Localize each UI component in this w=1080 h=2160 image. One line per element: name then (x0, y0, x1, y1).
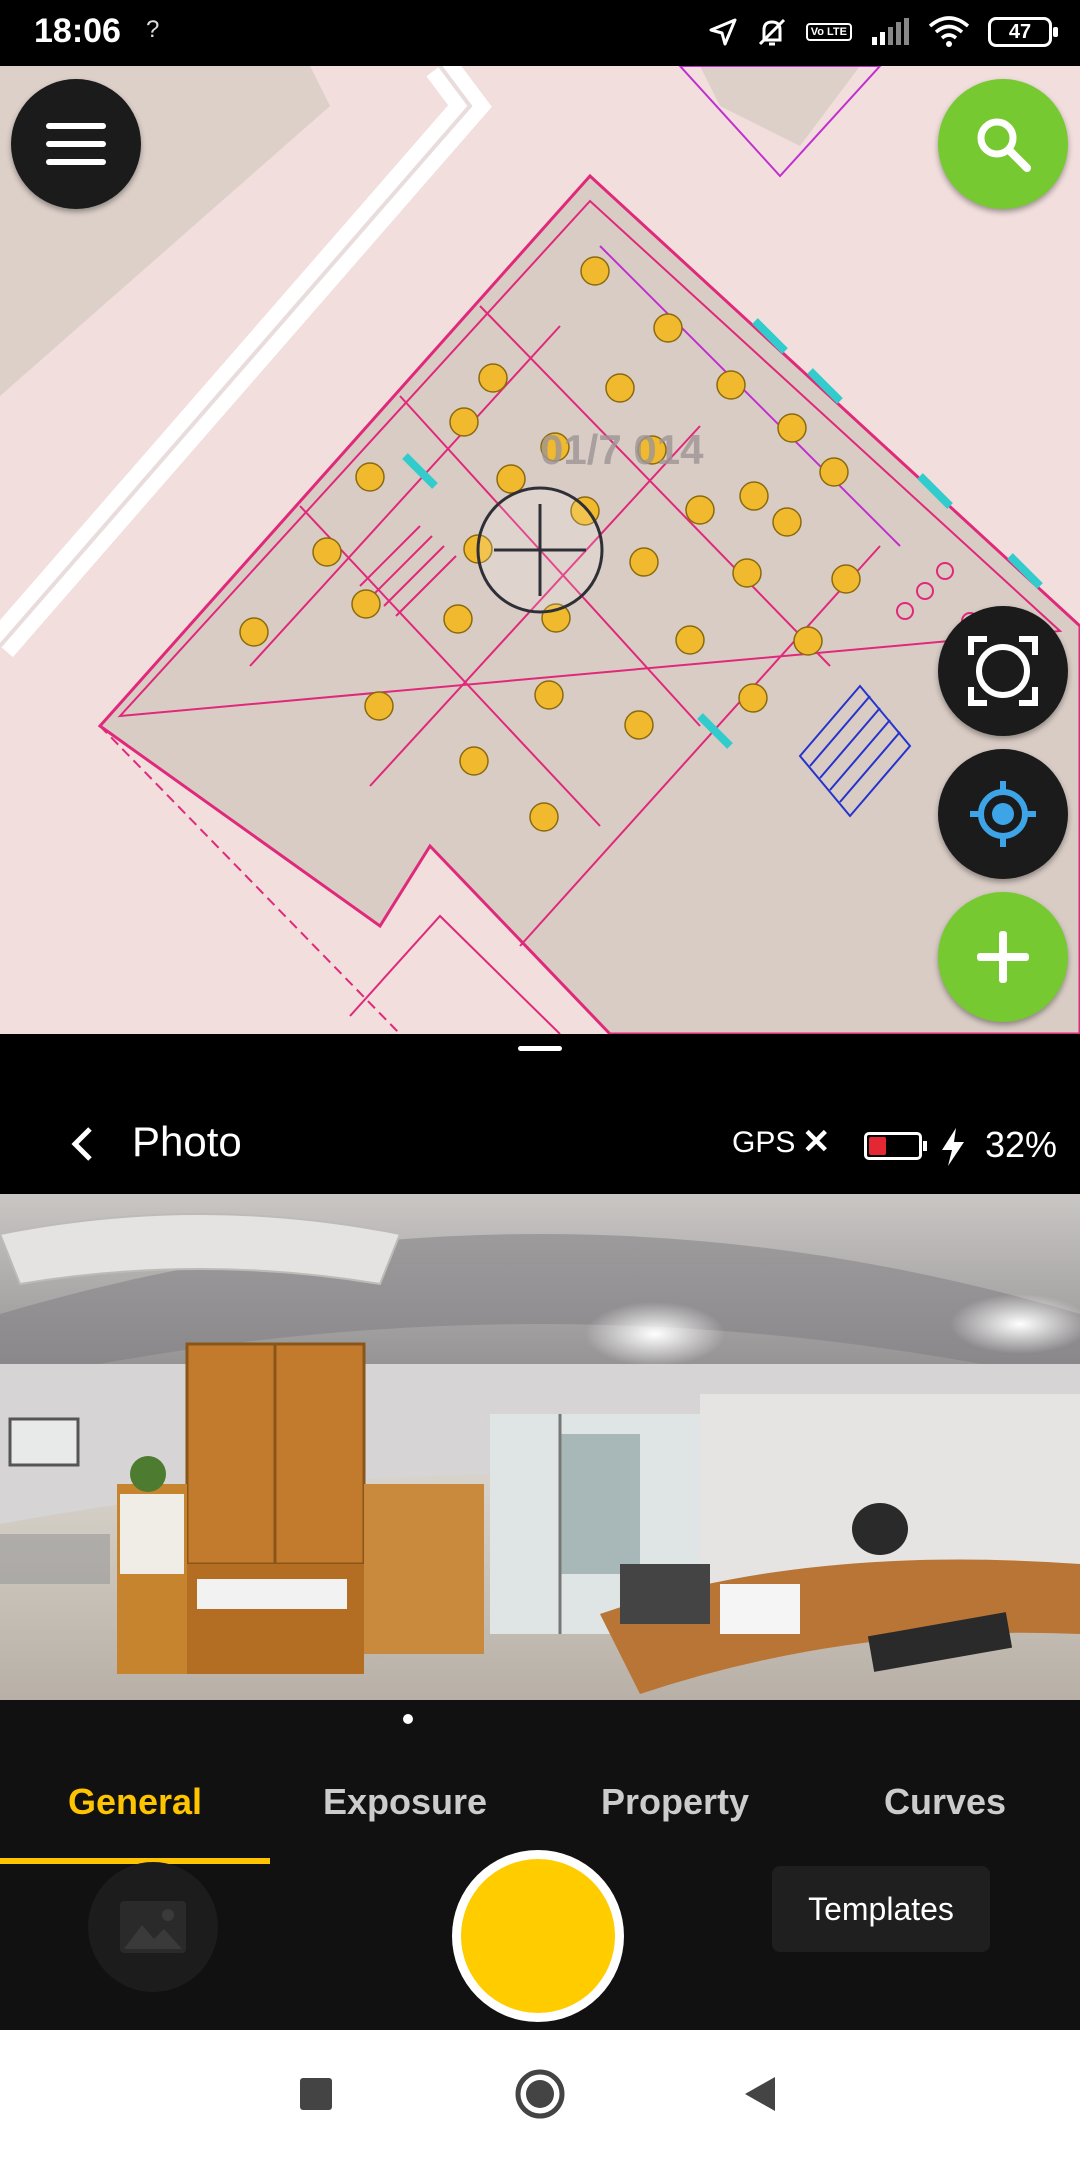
back-button[interactable] (52, 1114, 112, 1174)
tab-property[interactable]: Property (540, 1740, 810, 1864)
image-icon (120, 1901, 186, 1953)
panorama-preview[interactable] (0, 1194, 1080, 1700)
map-room-label: 01/7 014 (540, 426, 704, 473)
settings-tabs: General Exposure Property Curves (0, 1740, 1080, 1864)
battery-icon: 47 (988, 17, 1058, 47)
status-bar: 18:06 ? Vo LTE 47 (0, 0, 1080, 66)
location-arrow-icon (709, 18, 737, 46)
triangle-back-icon (745, 2077, 775, 2111)
crosshair-icon (476, 486, 604, 614)
home-circle-icon (515, 2069, 565, 2119)
charging-icon (942, 1128, 964, 1166)
my-location-icon (970, 781, 1036, 847)
shutter-button[interactable] (452, 1850, 624, 2022)
menu-button[interactable] (11, 79, 141, 209)
photo-title: Photo (132, 1118, 242, 1165)
capture-controls: Templates (0, 1850, 1080, 2030)
tab-exposure[interactable]: Exposure (270, 1740, 540, 1864)
camera-battery-percent: 32% (985, 1124, 1058, 1165)
map-view[interactable]: 01/7 014 (0, 66, 1080, 1034)
alarm-off-icon (758, 18, 785, 46)
fit-screen-icon (968, 636, 1038, 706)
search-button[interactable] (938, 79, 1068, 209)
chevron-left-icon (71, 1127, 92, 1161)
photo-header: Photo GPS ✕ 32% (0, 1094, 1080, 1194)
wifi-icon (928, 16, 970, 47)
system-nav-bar (0, 2030, 1080, 2160)
status-time: 18:06 (34, 12, 121, 50)
tab-general[interactable]: General (0, 1740, 270, 1864)
menu-icon (46, 123, 106, 165)
bottom-sheet-top (0, 1034, 1080, 1094)
gps-off-icon: ✕ (802, 1123, 831, 1161)
drag-handle[interactable] (518, 1046, 562, 1051)
shutter-inner (461, 1859, 615, 2013)
add-icon (977, 931, 1029, 983)
add-button[interactable] (938, 892, 1068, 1022)
templates-button[interactable]: Templates (772, 1866, 990, 1952)
signal-icon (872, 18, 909, 45)
tab-curves[interactable]: Curves (810, 1740, 1080, 1864)
gallery-button[interactable] (88, 1862, 218, 1992)
page-indicator-dot (403, 1714, 413, 1724)
back-nav-button[interactable] (728, 2062, 792, 2126)
volte-icon: Vo LTE (805, 23, 852, 41)
home-button[interactable] (508, 2062, 572, 2126)
camera-battery-icon (864, 1132, 927, 1160)
unknown-wifi-indicator: ? (146, 16, 160, 43)
my-location-button[interactable] (938, 749, 1068, 879)
gps-label: GPS (732, 1126, 796, 1159)
pager-strip (0, 1700, 1080, 1740)
recents-button[interactable] (284, 2062, 348, 2126)
fit-screen-button[interactable] (938, 606, 1068, 736)
square-icon (300, 2078, 332, 2110)
search-icon (977, 118, 1031, 172)
